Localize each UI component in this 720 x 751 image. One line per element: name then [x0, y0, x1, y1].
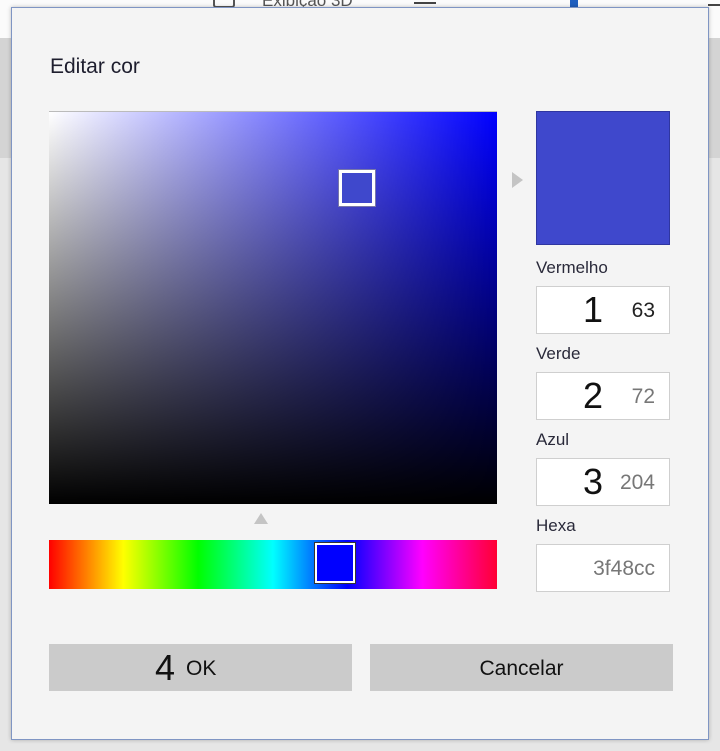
blue-field[interactable]: 3 204: [536, 458, 670, 506]
hex-value: 3f48cc: [593, 557, 655, 580]
green-value: 72: [631, 385, 655, 408]
red-label: Vermelho: [536, 258, 608, 277]
menu-line-icon: [708, 4, 720, 6]
blue-shortcut-hint: 3: [583, 461, 604, 502]
hue-pointer-icon: [254, 513, 268, 524]
ok-shortcut-hint: 4: [155, 647, 176, 688]
hex-field[interactable]: 3f48cc: [536, 544, 670, 592]
color-picker-cursor[interactable]: [339, 170, 375, 206]
color-preview-swatch: [536, 111, 670, 245]
red-field[interactable]: 1 63: [536, 286, 670, 334]
saturation-value-picker[interactable]: [49, 111, 497, 504]
cancel-button-label: Cancelar: [479, 657, 564, 680]
green-shortcut-hint: 2: [583, 375, 604, 416]
cancel-button[interactable]: Cancelar: [370, 644, 673, 691]
green-label: Verde: [536, 344, 581, 363]
dialog-title: Editar cor: [50, 55, 140, 78]
blue-value: 204: [619, 471, 655, 494]
hue-slider-thumb[interactable]: [315, 543, 355, 583]
minimize-icon: [414, 2, 436, 4]
hex-label: Hexa: [536, 516, 576, 535]
ok-button[interactable]: 4 OK: [49, 644, 352, 691]
red-value: 63: [631, 299, 655, 322]
edit-color-dialog: Editar cor Vermelho 1 63 Verde 2 72 Azul…: [11, 7, 709, 740]
ok-button-label: OK: [186, 657, 217, 680]
red-shortcut-hint: 1: [583, 289, 604, 330]
green-field[interactable]: 2 72: [536, 372, 670, 420]
hue-slider[interactable]: [49, 540, 497, 589]
triangle-right-icon: [512, 172, 523, 188]
blue-label: Azul: [536, 430, 570, 449]
